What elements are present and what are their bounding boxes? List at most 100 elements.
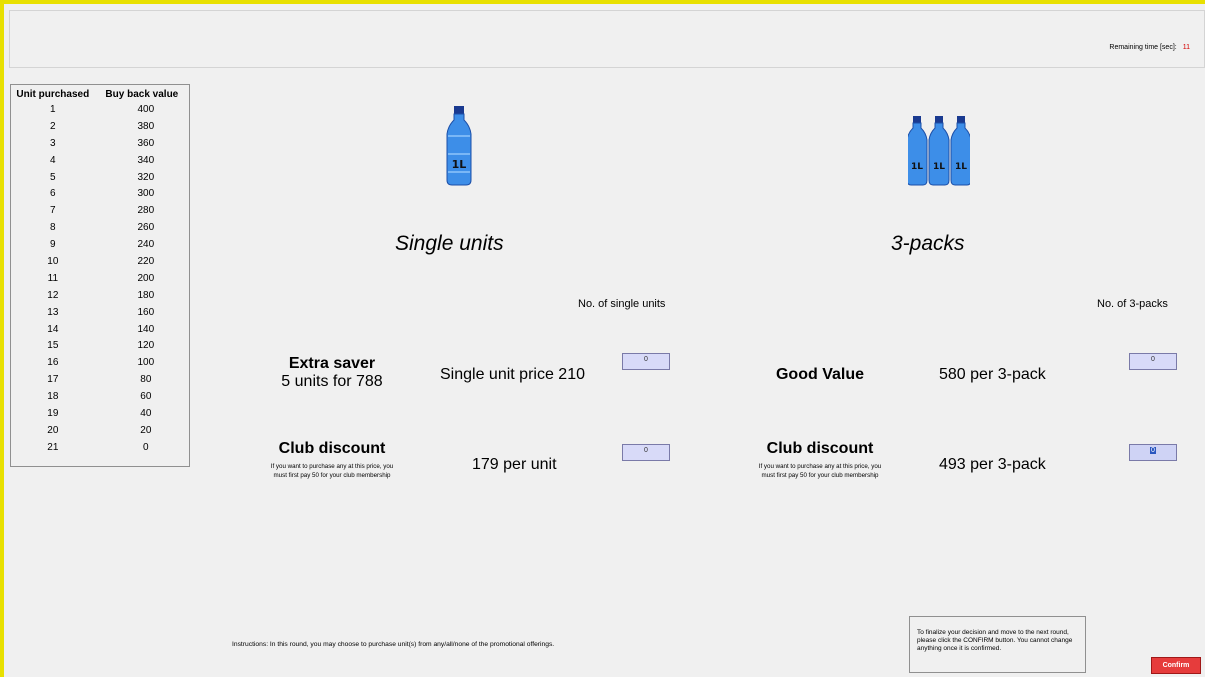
single-club-price: 179 per unit	[472, 456, 557, 473]
single-club-qty-value: 0	[644, 447, 648, 454]
pack-club-note: If you want to purchase any at this pric…	[740, 462, 900, 480]
single-club-note: If you want to purchase any at this pric…	[252, 462, 412, 480]
buy-back-value-cell: 40	[140, 407, 152, 419]
table-row: 13 160	[11, 304, 189, 321]
buy-back-value-cell: 260	[137, 222, 155, 234]
unit-purchased-cell: 7	[50, 205, 56, 217]
unit-purchased-cell: 3	[50, 137, 56, 149]
col-header-buy-back-value: Buy back value	[105, 88, 179, 100]
finalize-info-box: To finalize your decision and move to th…	[909, 616, 1086, 673]
single-units-count-label: No. of single units	[578, 298, 666, 310]
table-row: 4 340	[11, 152, 189, 169]
table-row: 10 220	[11, 253, 189, 270]
table-row: 3 360	[11, 135, 189, 152]
unit-purchased-cell: 10	[47, 255, 59, 267]
timer-label: Remaining time [sec]:	[1109, 44, 1177, 51]
unit-purchased-cell: 13	[47, 306, 59, 318]
three-pack-bottles-icon: 1L 1L 1L	[906, 116, 972, 193]
unit-purchased-cell: 12	[47, 289, 59, 301]
buyback-table: Unit purchased Buy back value 1 400 2 380 3 3…	[10, 84, 190, 467]
pack-club-note-line-2: must first pay 50 for your club membersh…	[761, 472, 879, 479]
extra-saver-title: Extra saver	[288, 355, 376, 372]
buy-back-value-cell: 0	[143, 441, 149, 453]
buy-back-value-cell: 60	[140, 391, 152, 403]
table-row: 12 180	[11, 287, 189, 304]
col-header-unit-purchased: Unit purchased	[16, 88, 90, 100]
buy-back-value-cell: 160	[137, 306, 155, 318]
buy-back-value-cell: 100	[137, 357, 155, 369]
table-row: 8 260	[11, 219, 189, 236]
single-bottle-label: 1L	[452, 158, 467, 171]
single-club-note-line-1: If you want to purchase any at this pric…	[270, 463, 394, 470]
unit-purchased-cell: 16	[47, 357, 59, 369]
table-row: 21 0	[11, 439, 189, 456]
pack-club-qty-value: 0	[1150, 447, 1156, 454]
buy-back-value-cell: 340	[137, 154, 155, 166]
unit-purchased-cell: 6	[50, 188, 56, 200]
header-bar: Remaining time [sec]: 11	[9, 10, 1205, 68]
unit-purchased-cell: 5	[50, 171, 56, 183]
single-club-note-line-2: must first pay 50 for your club membersh…	[273, 472, 391, 479]
three-packs-title: 3-packs	[891, 232, 965, 255]
unit-purchased-cell: 4	[50, 154, 56, 166]
buy-back-value-cell: 180	[137, 289, 155, 301]
unit-purchased-cell: 17	[47, 374, 59, 386]
unit-purchased-cell: 21	[47, 441, 59, 453]
good-value-price: 580 per 3-pack	[939, 366, 1046, 383]
buy-back-value-cell: 320	[137, 171, 155, 183]
pack-club-discount-title: Club discount	[766, 440, 874, 457]
buy-back-value-cell: 240	[137, 239, 155, 251]
single-club-discount-title: Club discount	[278, 440, 386, 457]
unit-purchased-cell: 14	[47, 323, 59, 335]
unit-purchased-cell: 8	[50, 222, 56, 234]
unit-purchased-cell: 2	[50, 120, 56, 132]
single-units-title: Single units	[395, 232, 504, 255]
three-packs-count-label: No. of 3-packs	[1097, 298, 1168, 310]
pack-bottle-label-1: 1L	[911, 162, 923, 172]
single-unit-qty-input[interactable]: 0	[622, 353, 670, 370]
table-row: 7 280	[11, 202, 189, 219]
table-row: 20 20	[11, 422, 189, 439]
timer-value: 11	[1182, 44, 1190, 51]
table-row: 2 380	[11, 118, 189, 135]
buy-back-value-cell: 280	[137, 205, 155, 217]
pack-bottle-label-3: 1L	[955, 162, 967, 172]
unit-purchased-cell: 1	[50, 103, 56, 115]
buy-back-value-cell: 140	[137, 323, 155, 335]
single-bottle-icon: 1L	[445, 106, 473, 191]
table-row: 14 140	[11, 321, 189, 338]
table-row: 9 240	[11, 236, 189, 253]
buy-back-value-cell: 380	[137, 120, 155, 132]
pack-club-note-line-1: If you want to purchase any at this pric…	[758, 463, 882, 470]
unit-purchased-cell: 19	[47, 407, 59, 419]
single-unit-price: Single unit price 210	[440, 366, 585, 383]
buy-back-value-cell: 360	[137, 137, 155, 149]
single-club-qty-input[interactable]: 0	[622, 444, 670, 461]
pack-club-price: 493 per 3-pack	[939, 456, 1046, 473]
table-row: 17 80	[11, 371, 189, 388]
table-row: 1 400	[11, 101, 189, 118]
instructions-text: Instructions: In this round, you may cho…	[232, 641, 555, 648]
table-row: 5 320	[11, 169, 189, 186]
unit-purchased-cell: 20	[47, 424, 59, 436]
buy-back-value-cell: 400	[137, 103, 155, 115]
buy-back-value-cell: 20	[140, 424, 152, 436]
table-row: 15 120	[11, 337, 189, 354]
confirm-button[interactable]: Confirm	[1151, 657, 1201, 674]
unit-purchased-cell: 15	[47, 340, 59, 352]
buy-back-value-cell: 220	[137, 255, 155, 267]
table-row: 6 300	[11, 185, 189, 202]
unit-purchased-cell: 18	[47, 391, 59, 403]
good-value-qty-value: 0	[1151, 356, 1155, 363]
good-value-qty-input[interactable]: 0	[1129, 353, 1177, 370]
unit-purchased-cell: 9	[50, 239, 56, 251]
good-value-title: Good Value	[775, 366, 864, 383]
buy-back-value-cell: 80	[140, 374, 152, 386]
unit-purchased-cell: 11	[47, 272, 59, 284]
buy-back-value-cell: 300	[137, 188, 155, 200]
extra-saver-offer: 5 units for 788	[281, 373, 383, 390]
pack-club-qty-input[interactable]: 0	[1129, 444, 1177, 461]
table-row: 11 200	[11, 270, 189, 287]
buy-back-value-cell: 120	[137, 340, 155, 352]
single-unit-qty-value: 0	[644, 356, 648, 363]
